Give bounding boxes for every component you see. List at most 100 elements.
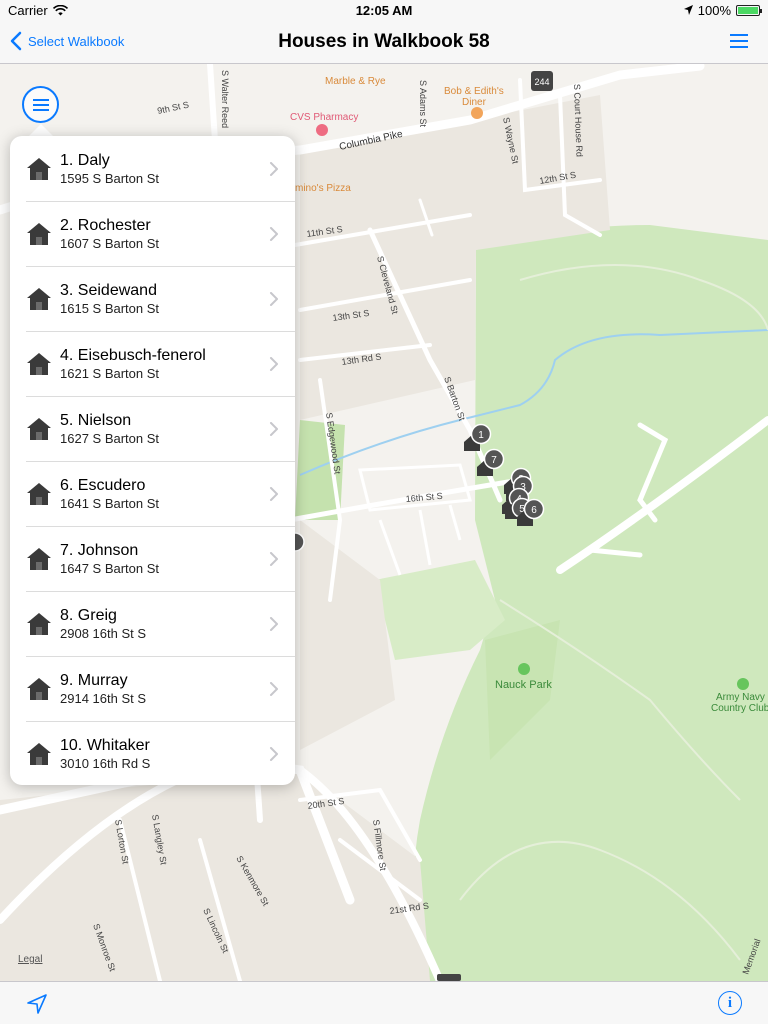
house-name: 10. Whitaker — [60, 736, 150, 754]
house-icon — [27, 157, 51, 180]
chevron-right-icon — [270, 356, 278, 371]
house-list: 1. Daly 1595 S Barton St 2. Rochester 1607 … — [10, 136, 295, 785]
house-address: 2908 16th St S — [60, 625, 147, 641]
poi-label-nauck-park: Nauck Park — [495, 679, 552, 691]
house-list-item[interactable]: 9. Murray 2914 16th St S — [10, 656, 295, 721]
status-time: 12:05 AM — [355, 2, 413, 18]
house-name: 5. Nielson — [60, 411, 132, 429]
chevron-right-icon — [270, 746, 278, 761]
house-item-text: 3. Seidewand 1615 S Barton St — [60, 281, 269, 317]
carrier-label: Carrier — [8, 2, 48, 18]
battery-percent: 100% — [697, 2, 731, 18]
menu-icon-line — [32, 98, 49, 101]
house-icon — [27, 612, 51, 635]
chevron-right-icon — [270, 681, 278, 696]
house-icon — [27, 677, 51, 700]
house-name: 8. Greig — [60, 606, 117, 624]
house-icon — [27, 482, 51, 505]
golf-icon[interactable] — [737, 678, 749, 690]
poi-label-army-navy: Army Navy — [716, 692, 765, 703]
house-list-item[interactable]: 2. Rochester 1607 S Barton St — [10, 201, 295, 266]
chevron-right-icon — [270, 486, 278, 501]
pin-label: 1 — [478, 430, 484, 441]
house-icon — [27, 352, 51, 375]
battery-icon — [736, 4, 762, 16]
bottom-toolbar: i — [0, 981, 768, 1024]
house-item-text: 8. Greig 2908 16th St S — [60, 606, 269, 642]
house-icon — [27, 417, 51, 440]
house-name: 1. Daly — [60, 151, 110, 169]
house-name: 6. Escudero — [60, 476, 146, 494]
route-shield: 244 — [531, 71, 553, 91]
street-label-s-walter-reed: S Walter Reed — [220, 70, 230, 128]
house-address: 1647 S Barton St — [60, 560, 160, 576]
house-address: 3010 16th Rd S — [60, 755, 151, 771]
house-list-item[interactable]: 7. Johnson 1647 S Barton St — [10, 526, 295, 591]
status-bar: Carrier 12:05 AM 100% — [0, 0, 768, 20]
menu-icon[interactable] — [730, 34, 748, 48]
poi-label-cvs: CVS Pharmacy — [290, 112, 358, 123]
house-name: 2. Rochester — [60, 216, 151, 234]
restaurant-icon[interactable] — [471, 107, 483, 119]
house-item-text: 10. Whitaker 3010 16th Rd S — [60, 736, 269, 772]
house-address: 1641 S Barton St — [60, 495, 160, 511]
house-pin[interactable] — [437, 974, 461, 981]
pin-label: 7 — [491, 455, 497, 466]
legal-link[interactable]: Legal — [18, 954, 42, 965]
house-item-text: 2. Rochester 1607 S Barton St — [60, 216, 269, 252]
wifi-icon — [52, 4, 68, 15]
house-list-item[interactable]: 5. Nielson 1627 S Barton St — [10, 396, 295, 461]
street-label-s-adams: S Adams St — [418, 80, 428, 128]
house-address: 1615 S Barton St — [60, 300, 160, 316]
park-icon[interactable] — [518, 663, 530, 675]
houses-popover: 1. Daly 1595 S Barton St 2. Rochester 1607 … — [10, 136, 295, 785]
house-item-text: 1. Daly 1595 S Barton St — [60, 151, 269, 187]
chevron-right-icon — [270, 161, 278, 176]
house-list-item[interactable]: 3. Seidewand 1615 S Barton St — [10, 266, 295, 331]
chevron-left-icon — [10, 31, 22, 51]
house-icon — [27, 547, 51, 570]
house-icon — [27, 287, 51, 310]
navigation-bar: Select Walkbook Houses in Walkbook 58 — [0, 20, 768, 64]
house-item-text: 7. Johnson 1647 S Barton St — [60, 541, 269, 577]
house-name: 3. Seidewand — [60, 281, 157, 299]
house-icon — [27, 742, 51, 765]
pharmacy-icon[interactable] — [316, 124, 328, 136]
list-toggle-button[interactable] — [22, 86, 59, 123]
poi-label-dominos: mino's Pizza — [295, 183, 351, 194]
house-item-text: 5. Nielson 1627 S Barton St — [60, 411, 269, 447]
house-address: 1595 S Barton St — [60, 170, 160, 186]
house-address: 1607 S Barton St — [60, 235, 160, 251]
poi-label-country-club: Country Club — [711, 703, 768, 714]
info-icon[interactable]: i — [718, 991, 742, 1015]
house-item-text: 6. Escudero 1641 S Barton St — [60, 476, 269, 512]
house-list-item[interactable]: 8. Greig 2908 16th St S — [10, 591, 295, 656]
house-item-text: 9. Murray 2914 16th St S — [60, 671, 269, 707]
poi-label-bob-ediths: Bob & Edith's — [444, 86, 504, 97]
house-name: 9. Murray — [60, 671, 128, 689]
house-icon — [27, 222, 51, 245]
house-list-item[interactable]: 1. Daly 1595 S Barton St — [10, 136, 295, 201]
back-button-label: Select Walkbook — [28, 33, 125, 49]
back-button[interactable]: Select Walkbook — [10, 31, 124, 51]
menu-icon-line — [32, 103, 49, 106]
poi-label-diner: Diner — [462, 97, 487, 108]
chevron-right-icon — [270, 421, 278, 436]
house-name: 7. Johnson — [60, 541, 139, 559]
chevron-right-icon — [270, 226, 278, 241]
location-services-icon — [683, 5, 693, 15]
house-item-text: 4. Eisebusch-fenerol 1621 S Barton St — [60, 346, 269, 382]
route-number: 244 — [534, 77, 549, 87]
house-address: 1621 S Barton St — [60, 365, 160, 381]
location-arrow-icon[interactable] — [26, 993, 48, 1015]
pin-label: 6 — [531, 505, 537, 516]
chevron-right-icon — [270, 291, 278, 306]
house-list-item[interactable]: 4. Eisebusch-fenerol 1621 S Barton St — [10, 331, 295, 396]
house-address: 2914 16th St S — [60, 690, 147, 706]
house-list-item[interactable]: 10. Whitaker 3010 16th Rd S — [10, 721, 295, 785]
chevron-right-icon — [270, 616, 278, 631]
menu-icon-line — [32, 108, 49, 111]
house-list-item[interactable]: 6. Escudero 1641 S Barton St — [10, 461, 295, 526]
house-address: 1627 S Barton St — [60, 430, 160, 446]
poi-label-marble-rye: Marble & Rye — [325, 76, 386, 87]
